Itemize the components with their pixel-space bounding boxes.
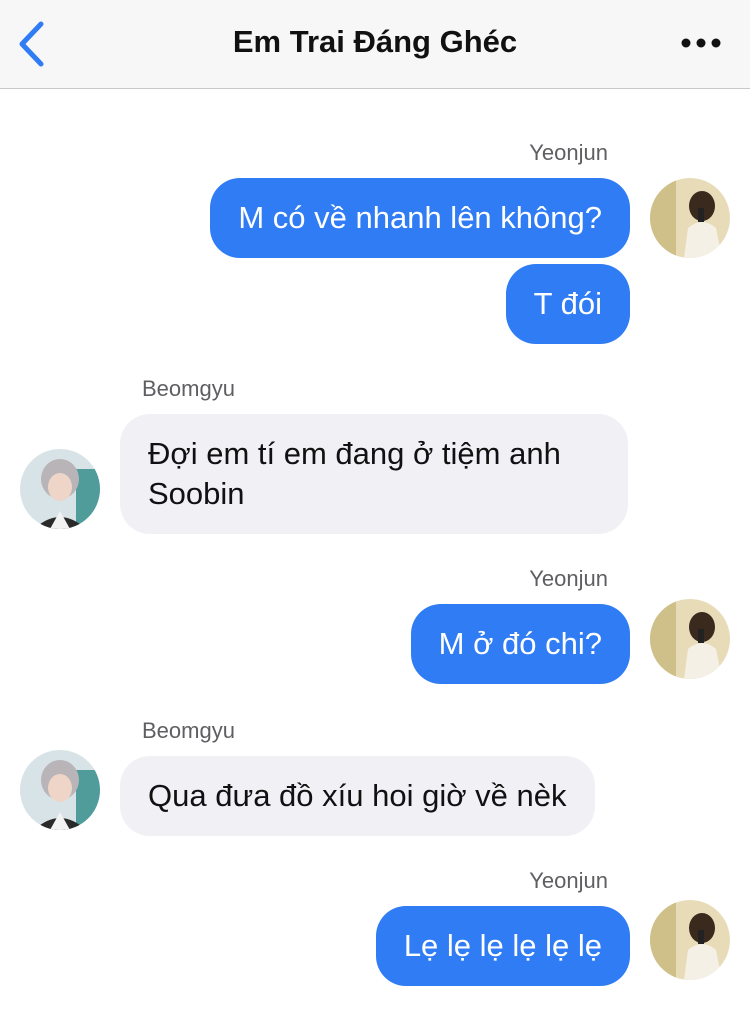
page-title: Em Trai Đáng Ghéc	[232, 24, 518, 59]
avatar-photo	[650, 178, 730, 258]
sender-name: Beomgyu	[142, 376, 235, 401]
message-bubble-incoming[interactable]: Qua đưa đồ xíu hoi giờ về nèk	[120, 756, 595, 836]
avatar-yeonjun[interactable]	[650, 900, 730, 980]
avatar-yeonjun[interactable]	[650, 599, 730, 679]
message-text: Qua đưa đồ xíu hoi giờ về nèk	[148, 778, 567, 813]
avatar-photo	[650, 599, 730, 679]
sender-name: Beomgyu	[142, 718, 235, 743]
avatar-yeonjun[interactable]	[650, 178, 730, 258]
chat-header: Em Trai Đáng Ghéc	[0, 0, 750, 89]
avatar-photo	[20, 750, 100, 830]
message-bubble-outgoing[interactable]: T đói	[505, 264, 630, 344]
sender-name: Yeonjun	[529, 140, 608, 165]
message-text: M ở đó chi?	[438, 626, 602, 661]
sender-name: Yeonjun	[529, 566, 608, 591]
message-bubble-incoming[interactable]: Đợi em tí em đang ở tiệm anh Soobin	[120, 414, 628, 534]
more-horizontal-icon	[681, 38, 721, 48]
avatar-beomgyu[interactable]	[20, 750, 100, 830]
message-text: M có về nhanh lên không?	[238, 200, 602, 235]
message-text: Lẹ lẹ lẹ lẹ lẹ lẹ	[403, 928, 602, 963]
message-text: Soobin	[148, 476, 245, 511]
message-text: T đói	[533, 286, 602, 321]
more-options-button[interactable]	[676, 28, 726, 58]
message-bubble-outgoing[interactable]: M ở đó chi?	[410, 604, 630, 684]
avatar-beomgyu[interactable]	[20, 449, 100, 529]
message-text: Đợi em tí em đang ở tiệm anh	[148, 436, 561, 471]
avatar-photo	[650, 900, 730, 980]
message-bubble-outgoing[interactable]: Lẹ lẹ lẹ lẹ lẹ lẹ	[375, 906, 630, 986]
sender-name: Yeonjun	[529, 868, 608, 893]
message-bubble-outgoing[interactable]: M có về nhanh lên không?	[210, 178, 630, 258]
avatar-photo	[20, 449, 100, 529]
